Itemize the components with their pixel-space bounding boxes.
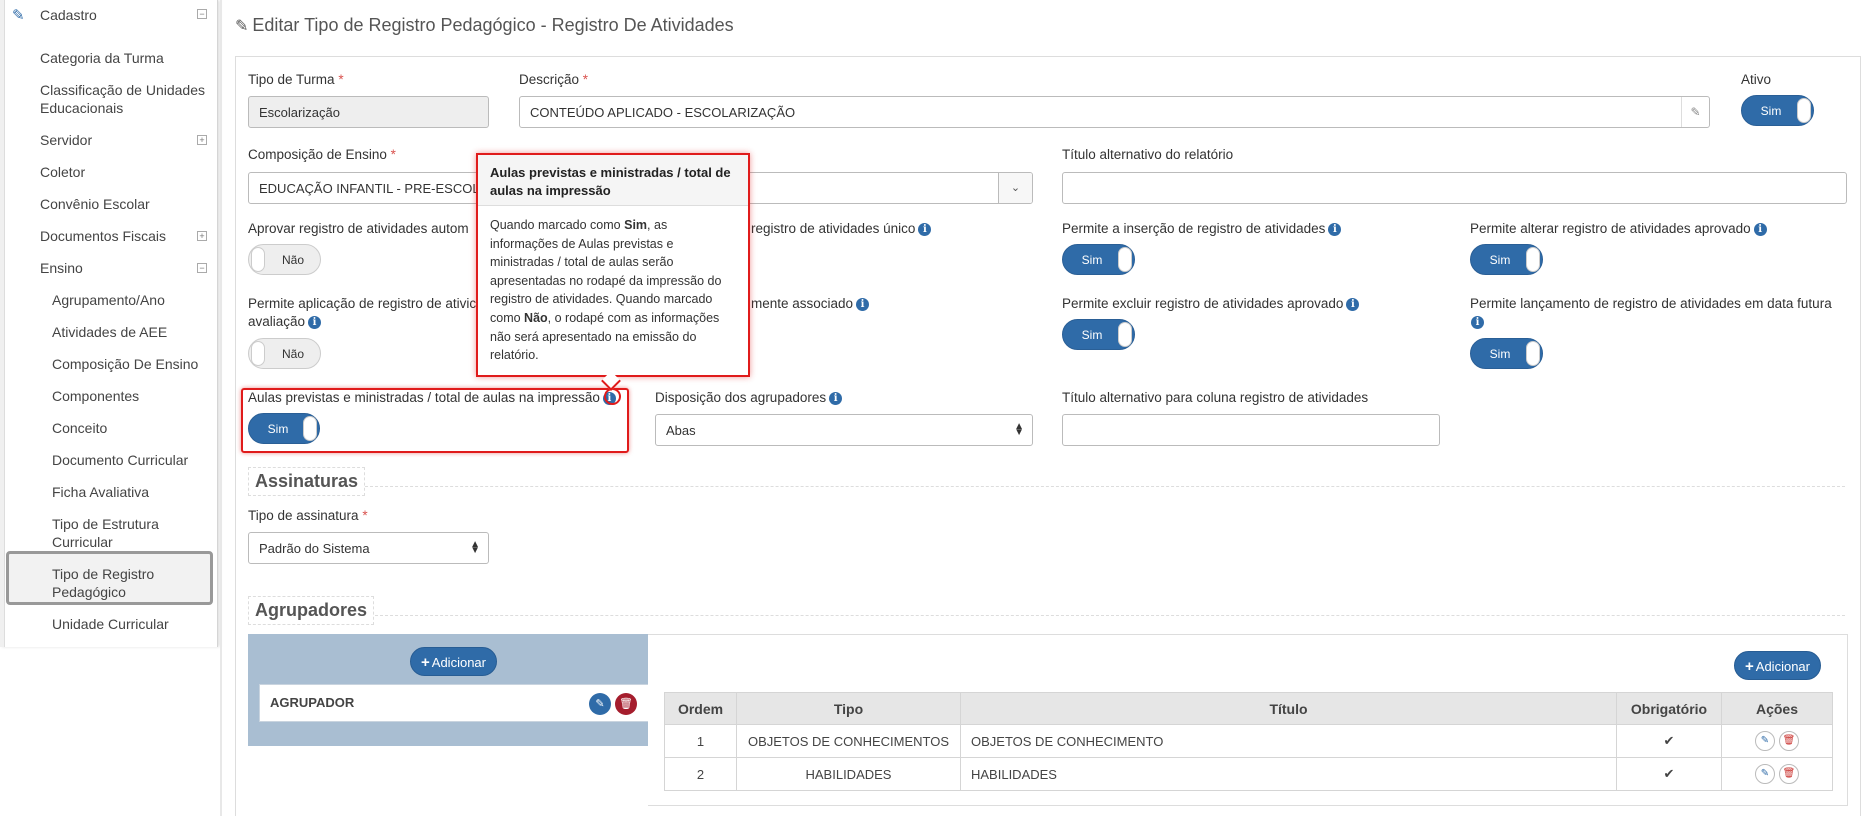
- add-agrupador-button[interactable]: + Adicionar: [410, 647, 497, 676]
- sidebar-item-convenio[interactable]: Convênio Escolar: [40, 195, 150, 213]
- titulo-alt-coluna-label: Título alternativo para coluna registro …: [1062, 390, 1369, 405]
- highlight-ring: [604, 388, 621, 405]
- agrupadores-table: Ordem Tipo Título Obrigatório Ações 1 OB…: [664, 692, 1833, 791]
- expand-icon[interactable]: +: [197, 231, 207, 241]
- permite-aplicacao-label: Permite aplicação de registro de ativic: [248, 296, 477, 311]
- sidebar-item-agrupamento[interactable]: Agrupamento/Ano: [52, 291, 165, 309]
- col-titulo[interactable]: Título: [960, 692, 1617, 725]
- descricao-input[interactable]: CONTEÚDO APLICADO - ESCOLARIZAÇÃO: [519, 96, 1710, 128]
- sidebar-item-documento-curricular[interactable]: Documento Curricular: [52, 451, 188, 469]
- sidebar-item-categoria[interactable]: Categoria da Turma: [40, 49, 164, 67]
- sidebar-item-tipo-registro[interactable]: Tipo de Registro Pedagógico: [52, 565, 172, 601]
- sidebar-item-ensino[interactable]: Ensino: [40, 259, 83, 277]
- sidebar-item-tipo-estrutura[interactable]: Tipo de Estrutura Curricular: [52, 515, 192, 551]
- registro-unico-label: registro de atividades único i: [751, 221, 932, 236]
- edit-icon[interactable]: ✎: [1755, 764, 1775, 784]
- tipo-turma-label: Tipo de Turma *: [248, 72, 344, 87]
- table-row[interactable]: 1 OBJETOS DE CONHECIMENTOS OBJETOS DE CO…: [664, 724, 1833, 758]
- permite-excluir-label: Permite excluir registro de atividades a…: [1062, 296, 1360, 311]
- sidebar-item-classificacao[interactable]: Classificação de Unidades Educacionais: [40, 81, 215, 117]
- aprovar-auto-label: Aprovar registro de atividades autom: [248, 221, 469, 236]
- sidebar-item-conceito[interactable]: Conceito: [52, 419, 107, 437]
- sort-caret-icon: ▲ ▼: [1014, 421, 1024, 438]
- doc-associado-label: mente associado i: [751, 296, 870, 311]
- info-icon[interactable]: i: [308, 316, 322, 329]
- table-row[interactable]: 2 HABILIDADES HABILIDADES ✔ ✎ 🗑: [664, 757, 1833, 791]
- sidebar-item-documentos-fiscais[interactable]: Documentos Fiscais: [40, 227, 166, 245]
- sidebar-item-ficha-avaliativa[interactable]: Ficha Avaliativa: [52, 483, 149, 501]
- titulo-alt-relatorio-label: Título alternativo do relatório: [1062, 147, 1234, 162]
- permite-aplicacao-label-2: avaliação i: [248, 314, 322, 329]
- sidebar-item-cadastro[interactable]: Cadastro: [40, 6, 97, 24]
- edit-icon[interactable]: ✎: [1755, 731, 1775, 751]
- tooltip-body: Quando marcado como Sim, as informações …: [490, 218, 722, 363]
- col-acoes: Ações: [1721, 692, 1833, 725]
- page-title: ✎ Editar Tipo de Registro Pedagógico - Re…: [235, 15, 734, 35]
- permite-futura-label: Permite lançamento de registro de ativid…: [1470, 296, 1832, 311]
- tipo-assinatura-label: Tipo de assinatura *: [248, 508, 368, 523]
- sidebar-item-atividades-aee[interactable]: Atividades de AEE: [52, 323, 167, 341]
- edit-icon: ✎: [235, 18, 249, 35]
- tipo-turma-input[interactable]: Escolarização: [248, 96, 489, 128]
- assinaturas-section-title: Assinaturas: [248, 467, 366, 496]
- sidebar-item-coletor[interactable]: Coletor: [40, 163, 85, 181]
- tooltip-title: Aulas previstas e ministradas / total de…: [478, 155, 748, 206]
- edit-icon[interactable]: ✎: [589, 693, 611, 715]
- titulo-alt-relatorio-input[interactable]: [1062, 172, 1847, 204]
- collapse-icon[interactable]: −: [197, 263, 207, 273]
- highlight-box: [241, 388, 629, 453]
- trash-icon[interactable]: 🗑: [1779, 764, 1799, 784]
- trash-icon[interactable]: 🗑: [615, 693, 637, 715]
- sidebar-item-unidade-curricular[interactable]: Unidade Curricular: [52, 615, 169, 633]
- agrupador-card[interactable]: AGRUPADOR ✎ 🗑: [259, 684, 650, 722]
- check-icon: ✔: [1616, 724, 1722, 758]
- sort-caret-icon: ▲ ▼: [470, 539, 480, 556]
- cadastro-icon: ✎: [12, 7, 25, 24]
- aprovar-auto-toggle[interactable]: Não: [248, 244, 321, 275]
- ativo-label: Ativo: [1741, 72, 1772, 87]
- chevron-down-icon[interactable]: ⌄: [998, 173, 1032, 203]
- collapse-icon[interactable]: −: [197, 9, 207, 19]
- info-icon[interactable]: i: [856, 298, 870, 311]
- sidebar-item-servidor[interactable]: Servidor: [40, 131, 92, 149]
- expand-icon[interactable]: +: [197, 135, 207, 145]
- permite-futura-toggle[interactable]: Sim: [1470, 338, 1543, 369]
- info-icon[interactable]: i: [918, 223, 932, 236]
- permite-aplicacao-toggle[interactable]: Não: [248, 338, 321, 369]
- disposicao-label: Disposição dos agrupadores i: [655, 390, 843, 405]
- composicao-label: Composição de Ensino *: [248, 147, 396, 162]
- info-icon[interactable]: i: [829, 392, 843, 405]
- info-icon[interactable]: i: [1471, 316, 1484, 329]
- permite-alterar-toggle[interactable]: Sim: [1470, 244, 1543, 275]
- ativo-toggle[interactable]: Sim: [1741, 95, 1814, 126]
- trash-icon[interactable]: 🗑: [1779, 731, 1799, 751]
- sidebar-item-composicao[interactable]: Composição De Ensino: [52, 355, 198, 373]
- permite-excluir-toggle[interactable]: Sim: [1062, 319, 1135, 350]
- titulo-alt-coluna-input[interactable]: [1062, 414, 1440, 446]
- tipo-assinatura-select[interactable]: Padrão do Sistema ▲ ▼: [248, 532, 489, 564]
- permite-insercao-label: Permite a inserção de registro de ativid…: [1062, 221, 1342, 236]
- edit-field-icon[interactable]: ✎: [1681, 97, 1709, 127]
- descricao-label: Descrição *: [519, 72, 589, 87]
- col-obrigatorio[interactable]: Obrigatório: [1616, 692, 1722, 725]
- agrupador-card-label: AGRUPADOR: [270, 695, 355, 710]
- add-item-button[interactable]: + Adicionar: [1734, 651, 1821, 680]
- sidebar-item-componentes[interactable]: Componentes: [52, 387, 139, 405]
- disposicao-select[interactable]: Abas ▲ ▼: [655, 414, 1033, 446]
- check-icon: ✔: [1616, 757, 1722, 791]
- sidebar: ✎ Cadastro − Categoria da Turma Classifi…: [0, 0, 218, 647]
- col-tipo[interactable]: Tipo: [736, 692, 961, 725]
- permite-alterar-label: Permite alterar registro de atividades a…: [1470, 221, 1767, 236]
- permite-insercao-toggle[interactable]: Sim: [1062, 244, 1135, 275]
- info-tooltip: Aulas previstas e ministradas / total de…: [476, 153, 750, 377]
- agrupadores-section-title: Agrupadores: [248, 596, 375, 625]
- info-icon[interactable]: i: [1753, 223, 1767, 236]
- col-ordem[interactable]: Ordem: [664, 692, 737, 725]
- info-icon[interactable]: i: [1346, 298, 1360, 311]
- info-icon[interactable]: i: [1328, 223, 1342, 236]
